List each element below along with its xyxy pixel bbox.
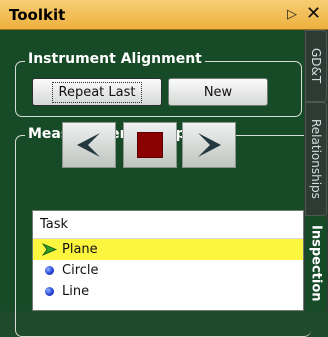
tab-relationships-label: Relationships — [309, 119, 323, 199]
next-button[interactable] — [182, 122, 236, 168]
task-row-line[interactable]: Line — [33, 281, 303, 301]
task-label: Line — [62, 283, 90, 299]
close-icon[interactable]: ✕ — [306, 3, 321, 24]
stop-button[interactable] — [123, 122, 177, 168]
title-bar: Toolkit ▷ ✕ — [0, 0, 328, 30]
task-column-header[interactable]: Task — [33, 211, 303, 239]
tab-inspection-label: Inspection — [308, 225, 324, 302]
arrow-icon — [41, 242, 57, 258]
side-tab-strip: GD&T Relationships Inspection — [304, 30, 328, 311]
tab-relationships[interactable]: Relationships — [305, 102, 327, 216]
new-button[interactable]: New — [168, 78, 268, 106]
next-icon — [198, 133, 221, 157]
window-title: Toolkit — [9, 6, 66, 24]
blue-dot-icon — [41, 263, 57, 279]
task-label: Circle — [62, 263, 99, 278]
tab-inspection[interactable]: Inspection — [305, 216, 327, 311]
task-label: Plane — [62, 242, 98, 257]
new-label: New — [203, 84, 233, 100]
stop-icon — [137, 132, 163, 158]
pin-icon[interactable]: ▷ — [287, 7, 297, 22]
task-row-circle[interactable]: Circle — [33, 260, 303, 281]
task-header-label: Task — [40, 217, 69, 232]
tab-gdt-label: GD&T — [309, 48, 323, 84]
tab-gdt[interactable]: GD&T — [305, 30, 327, 102]
task-row-plane[interactable]: Plane — [33, 239, 303, 260]
blue-dot-icon — [41, 283, 57, 299]
repeat-last-label: Repeat Last — [51, 81, 143, 103]
toolkit-panel: Instrument Alignment Repeat Last New Mea… — [0, 30, 311, 337]
task-list[interactable]: Task Plane Circle Line — [32, 210, 304, 311]
repeat-last-button[interactable]: Repeat Last — [32, 78, 162, 106]
previous-icon — [77, 133, 100, 157]
instrument-alignment-title: Instrument Alignment — [25, 51, 205, 67]
previous-button[interactable] — [62, 122, 116, 168]
